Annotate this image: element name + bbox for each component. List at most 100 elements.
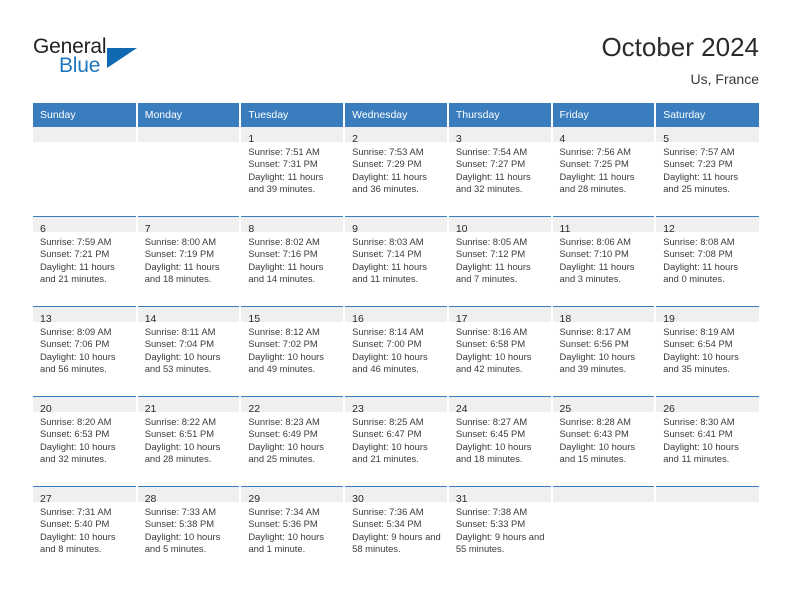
calendar-day-cell[interactable]: 18 Sunrise: 8:17 AM Sunset: 6:56 PM Dayligh… bbox=[551, 306, 657, 397]
sunset-text: Sunset: 7:06 PM bbox=[40, 338, 110, 350]
calendar-day-cell[interactable]: 30 Sunrise: 7:36 AM Sunset: 5:34 PM Dayligh… bbox=[344, 486, 449, 576]
calendar-day-cell[interactable]: 17 Sunrise: 8:16 AM Sunset: 6:58 PM Dayligh… bbox=[447, 306, 553, 397]
daylight-text: Daylight: 11 hours and 32 minutes. bbox=[455, 170, 531, 194]
sunrise-text: Sunrise: 8:17 AM bbox=[559, 326, 631, 337]
title-block: October 2024 Us, France bbox=[601, 32, 759, 88]
day-details: Sunrise: 8:20 AM Sunset: 6:53 PM Daylight:… bbox=[33, 412, 136, 465]
day-cell-inner: 21 Sunrise: 8:22 AM Sunset: 6:51 PM Dayligh… bbox=[137, 397, 240, 486]
day-cell-inner: 13 Sunrise: 8:09 AM Sunset: 7:06 PM Dayligh… bbox=[33, 307, 136, 396]
day-number-band bbox=[33, 127, 136, 142]
calendar-day-cell[interactable]: 24 Sunrise: 8:27 AM Sunset: 6:45 PM Dayligh… bbox=[447, 396, 553, 487]
day-number-band: 30 bbox=[345, 487, 447, 505]
calendar-day-cell[interactable]: 3 Sunrise: 7:54 AM Sunset: 7:27 PM Daylight… bbox=[447, 127, 553, 217]
page-subtitle-location: Us, France bbox=[690, 71, 759, 87]
daylight-text: Daylight: 11 hours and 28 minutes. bbox=[559, 170, 635, 194]
day-number-band: 8 bbox=[241, 217, 344, 235]
calendar-day-cell[interactable]: 6 Sunrise: 7:59 AM Sunset: 7:21 PM Daylight… bbox=[33, 216, 138, 307]
calendar-day-cell[interactable]: 29 Sunrise: 7:34 AM Sunset: 5:36 PM Dayligh… bbox=[240, 486, 346, 576]
sunset-text: Sunset: 6:43 PM bbox=[559, 428, 629, 440]
calendar-day-cell[interactable]: 13 Sunrise: 8:09 AM Sunset: 7:06 PM Dayligh… bbox=[33, 306, 138, 397]
calendar-day-cell[interactable]: 8 Sunrise: 8:02 AM Sunset: 7:16 PM Daylight… bbox=[240, 216, 346, 307]
calendar-day-cell[interactable]: 22 Sunrise: 8:23 AM Sunset: 6:49 PM Dayligh… bbox=[240, 396, 346, 487]
day-cell-inner bbox=[656, 487, 759, 576]
sunrise-text: Sunrise: 8:27 AM bbox=[455, 416, 528, 427]
day-number: 20 bbox=[40, 403, 52, 415]
day-cell-inner: 31 Sunrise: 7:38 AM Sunset: 5:33 PM Dayligh… bbox=[448, 487, 551, 576]
weekday-header-monday: Monday bbox=[136, 103, 242, 127]
calendar-day-cell[interactable]: 4 Sunrise: 7:56 AM Sunset: 7:25 PM Daylight… bbox=[551, 127, 657, 217]
day-number: 16 bbox=[352, 313, 364, 325]
daylight-text: Daylight: 9 hours and 58 minutes. bbox=[352, 530, 441, 554]
weekday-header-tuesday: Tuesday bbox=[240, 103, 346, 127]
sunrise-text: Sunrise: 8:14 AM bbox=[352, 326, 424, 337]
daylight-text: Daylight: 10 hours and 53 minutes. bbox=[144, 350, 221, 374]
sunrise-text: Sunrise: 8:23 AM bbox=[248, 416, 320, 427]
calendar-day-cell[interactable]: 15 Sunrise: 8:12 AM Sunset: 7:02 PM Dayligh… bbox=[240, 306, 346, 397]
day-number: 5 bbox=[663, 133, 670, 145]
daylight-text: Daylight: 10 hours and 28 minutes. bbox=[144, 440, 221, 464]
day-cell-inner: 6 Sunrise: 7:59 AM Sunset: 7:21 PM Daylight… bbox=[33, 217, 136, 306]
daylight-text: Daylight: 10 hours and 15 minutes. bbox=[559, 440, 636, 464]
sunrise-text: Sunrise: 8:16 AM bbox=[455, 326, 528, 337]
day-cell-inner: 2 Sunrise: 7:53 AM Sunset: 7:29 PM Daylight… bbox=[345, 127, 447, 216]
calendar-day-cell[interactable]: 31 Sunrise: 7:38 AM Sunset: 5:33 PM Dayligh… bbox=[447, 486, 553, 576]
day-number: 11 bbox=[559, 223, 571, 235]
sunrise-text: Sunrise: 8:19 AM bbox=[663, 326, 735, 337]
sunrise-text: Sunrise: 8:20 AM bbox=[40, 416, 112, 427]
daylight-text: Daylight: 11 hours and 3 minutes. bbox=[559, 260, 635, 284]
calendar-day-cell[interactable]: 16 Sunrise: 8:14 AM Sunset: 7:00 PM Dayligh… bbox=[344, 306, 449, 397]
weekday-header-saturday: Saturday bbox=[655, 103, 759, 127]
day-number: 4 bbox=[559, 133, 566, 145]
calendar-day-cell[interactable]: 27 Sunrise: 7:31 AM Sunset: 5:40 PM Dayligh… bbox=[33, 486, 138, 576]
calendar-day-cell[interactable]: 1 Sunrise: 7:51 AM Sunset: 7:31 PM Daylight… bbox=[240, 127, 346, 217]
day-details: Sunrise: 8:22 AM Sunset: 6:51 PM Daylight:… bbox=[138, 412, 240, 465]
calendar-day-cell[interactable]: 19 Sunrise: 8:19 AM Sunset: 6:54 PM Dayligh… bbox=[655, 306, 759, 397]
sunset-text: Sunset: 5:36 PM bbox=[248, 518, 318, 530]
day-details: Sunrise: 8:08 AM Sunset: 7:08 PM Daylight:… bbox=[656, 232, 759, 285]
calendar-day-cell[interactable]: 7 Sunrise: 8:00 AM Sunset: 7:19 PM Daylight… bbox=[136, 216, 242, 307]
day-cell-inner: 18 Sunrise: 8:17 AM Sunset: 6:56 PM Dayligh… bbox=[552, 307, 655, 396]
day-details: Sunrise: 8:19 AM Sunset: 6:54 PM Daylight:… bbox=[656, 322, 759, 375]
day-cell-inner: 11 Sunrise: 8:06 AM Sunset: 7:10 PM Dayligh… bbox=[552, 217, 655, 306]
calendar-day-cell[interactable]: 10 Sunrise: 8:05 AM Sunset: 7:12 PM Dayligh… bbox=[447, 216, 553, 307]
day-cell-inner: 24 Sunrise: 8:27 AM Sunset: 6:45 PM Dayligh… bbox=[448, 397, 551, 486]
day-details: Sunrise: 7:57 AM Sunset: 7:23 PM Daylight:… bbox=[656, 142, 759, 195]
day-number: 9 bbox=[352, 223, 358, 235]
calendar-day-cell[interactable]: 25 Sunrise: 8:28 AM Sunset: 6:43 PM Dayligh… bbox=[551, 396, 657, 487]
day-details: Sunrise: 7:31 AM Sunset: 5:40 PM Daylight:… bbox=[33, 502, 136, 555]
weekday-header-row: Sunday Monday Tuesday Wednesday Thursday… bbox=[33, 103, 759, 127]
day-cell-inner: 29 Sunrise: 7:34 AM Sunset: 5:36 PM Dayligh… bbox=[241, 487, 344, 576]
day-details: Sunrise: 8:27 AM Sunset: 6:45 PM Daylight:… bbox=[449, 412, 551, 465]
sunrise-text: Sunrise: 7:34 AM bbox=[248, 506, 320, 517]
generalblue-logo[interactable]: General Blue bbox=[33, 36, 153, 86]
sunset-text: Sunset: 6:56 PM bbox=[559, 338, 629, 350]
calendar-day-cell[interactable]: 5 Sunrise: 7:57 AM Sunset: 7:23 PM Daylight… bbox=[655, 127, 759, 217]
sunrise-text: Sunrise: 7:54 AM bbox=[455, 146, 528, 157]
calendar-day-cell[interactable]: 2 Sunrise: 7:53 AM Sunset: 7:29 PM Daylight… bbox=[344, 127, 449, 217]
calendar-day-cell[interactable]: 12 Sunrise: 8:08 AM Sunset: 7:08 PM Dayligh… bbox=[655, 216, 759, 307]
calendar-day-cell[interactable]: 9 Sunrise: 8:03 AM Sunset: 7:14 PM Daylight… bbox=[344, 216, 449, 307]
sunset-text: Sunset: 5:38 PM bbox=[144, 518, 215, 530]
sunset-text: Sunset: 7:02 PM bbox=[248, 338, 318, 350]
calendar-day-cell[interactable]: 14 Sunrise: 8:11 AM Sunset: 7:04 PM Dayligh… bbox=[136, 306, 242, 397]
sunrise-text: Sunrise: 8:02 AM bbox=[248, 236, 320, 247]
day-cell-inner: 10 Sunrise: 8:05 AM Sunset: 7:12 PM Dayligh… bbox=[448, 217, 551, 306]
sunrise-text: Sunrise: 8:08 AM bbox=[663, 236, 735, 247]
calendar-day-cell[interactable]: 23 Sunrise: 8:25 AM Sunset: 6:47 PM Dayligh… bbox=[344, 396, 449, 487]
day-number: 25 bbox=[559, 403, 572, 415]
calendar-day-cell[interactable]: 28 Sunrise: 7:33 AM Sunset: 5:38 PM Dayligh… bbox=[136, 486, 242, 576]
day-cell-inner: 26 Sunrise: 8:30 AM Sunset: 6:41 PM Dayligh… bbox=[656, 397, 759, 486]
weekday-header-thursday: Thursday bbox=[447, 103, 553, 127]
day-details: Sunrise: 8:05 AM Sunset: 7:12 PM Daylight:… bbox=[449, 232, 551, 285]
day-cell-inner: 9 Sunrise: 8:03 AM Sunset: 7:14 PM Daylight… bbox=[345, 217, 447, 306]
day-details: Sunrise: 8:30 AM Sunset: 6:41 PM Daylight:… bbox=[656, 412, 759, 465]
calendar-day-cell[interactable]: 20 Sunrise: 8:20 AM Sunset: 6:53 PM Dayligh… bbox=[33, 396, 138, 487]
calendar-day-cell[interactable]: 11 Sunrise: 8:06 AM Sunset: 7:10 PM Dayligh… bbox=[551, 216, 657, 307]
calendar-day-cell[interactable]: 26 Sunrise: 8:30 AM Sunset: 6:41 PM Dayligh… bbox=[655, 396, 759, 487]
sunset-text: Sunset: 6:45 PM bbox=[455, 428, 526, 440]
day-number-band: 2 bbox=[345, 127, 447, 145]
calendar-day-cell[interactable]: 21 Sunrise: 8:22 AM Sunset: 6:51 PM Dayligh… bbox=[136, 396, 242, 487]
sunrise-text: Sunrise: 8:05 AM bbox=[455, 236, 528, 247]
sunrise-text: Sunrise: 8:09 AM bbox=[40, 326, 112, 337]
calendar-week-row: 27 Sunrise: 7:31 AM Sunset: 5:40 PM Dayligh… bbox=[33, 486, 759, 576]
